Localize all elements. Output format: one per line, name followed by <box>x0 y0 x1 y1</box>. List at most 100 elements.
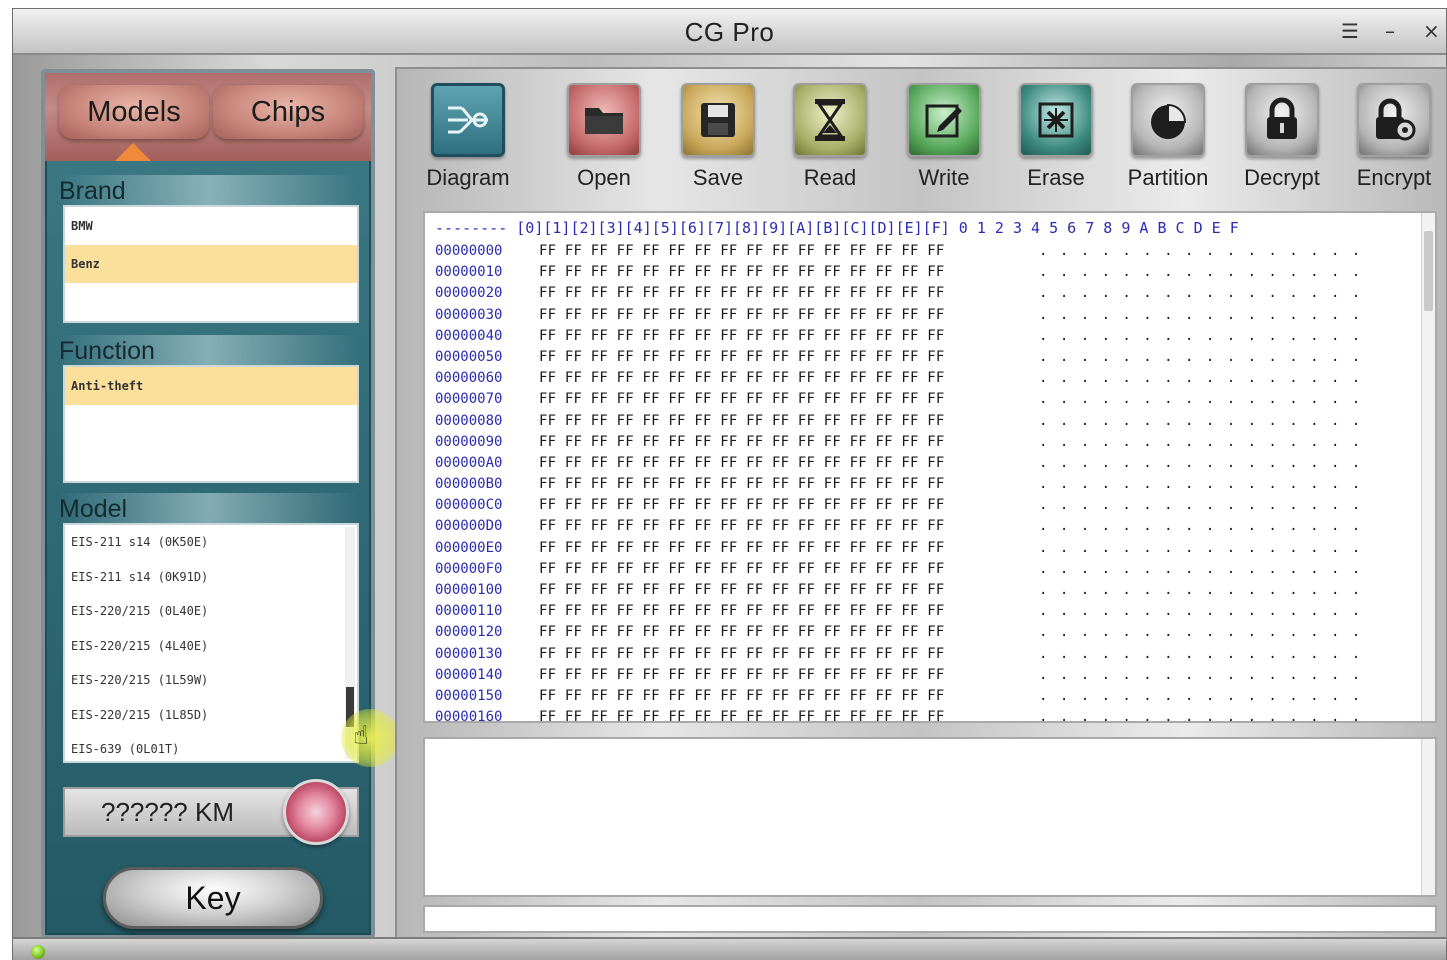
hex-address: 000000C0 <box>435 497 503 514</box>
hex-address: 00000020 <box>435 285 503 302</box>
minimize-button[interactable]: – <box>1385 19 1395 43</box>
list-item[interactable]: EIS-211 s14 (0K91D) <box>65 560 357 595</box>
read-button[interactable]: Read <box>775 83 885 203</box>
hex-row: 00000060 FF FF FF FF FF FF FF FF FF FF FF… <box>435 368 1362 389</box>
decrypt-button[interactable]: Decrypt <box>1227 83 1337 203</box>
open-button[interactable]: Open <box>549 83 659 203</box>
diagram-button[interactable]: Diagram <box>413 83 523 203</box>
write-button[interactable]: Write <box>889 83 999 203</box>
diagram-icon <box>431 83 505 157</box>
pencil-icon <box>907 83 981 157</box>
hex-address: 00000120 <box>435 624 503 641</box>
list-item[interactable]: EIS-211 s14 (0K50E) <box>65 525 357 560</box>
cursor-highlight <box>341 709 399 767</box>
hex-bytes: FF FF FF FF FF FF FF FF FF FF FF FF FF F… <box>539 243 945 259</box>
active-tab-indicator <box>115 143 151 161</box>
function-label: Function <box>59 335 359 367</box>
hex-address: 00000150 <box>435 687 503 704</box>
hex-bytes: FF FF FF FF FF FF FF FF FF FF FF FF FF F… <box>539 348 945 365</box>
hex-row: 00000090 FF FF FF FF FF FF FF FF FF FF FF… <box>435 432 1362 453</box>
decrypt-label: Decrypt <box>1244 165 1320 190</box>
hex-row: 00000130 FF FF FF FF FF FF FF FF FF FF FF… <box>435 644 1362 665</box>
hex-address: 00000080 <box>435 412 503 429</box>
hex-bytes: FF FF FF FF FF FF FF FF FF FF FF FF FF F… <box>539 327 945 344</box>
list-item[interactable]: EIS-220/215 (1L59W) <box>65 663 357 698</box>
tab-models[interactable]: Models <box>59 85 209 139</box>
status-field <box>423 905 1437 933</box>
brand-label: Brand <box>59 175 359 207</box>
hex-address: 00000040 <box>435 327 503 344</box>
diagram-label: Diagram <box>426 165 510 190</box>
close-button[interactable]: × <box>1423 19 1440 43</box>
hex-row: 00000120 FF FF FF FF FF FF FF FF FF FF FF… <box>435 622 1362 643</box>
list-item[interactable]: EIS-220/215 (4L40E) <box>65 629 357 664</box>
hex-viewer[interactable]: -------- [0][1][2][3][4][5][6][7][8][9][… <box>423 211 1437 723</box>
log-scrollbar[interactable] <box>1421 739 1435 895</box>
hex-ascii: . . . . . . . . . . . . . . . . <box>1039 306 1363 323</box>
pie-chart-icon <box>1131 83 1205 157</box>
hex-ascii: . . . . . . . . . . . . . . . . <box>1039 412 1363 429</box>
encrypt-button[interactable]: Encrypt <box>1339 83 1447 203</box>
hex-ascii: . . . . . . . . . . . . . . . . <box>1039 687 1363 704</box>
hex-row: 000000D0 FF FF FF FF FF FF FF FF FF FF FF… <box>435 516 1362 537</box>
hex-row: 000000A0 FF FF FF FF FF FF FF FF FF FF FF… <box>435 453 1362 474</box>
hex-address: 000000A0 <box>435 454 503 471</box>
eraser-icon <box>1019 83 1093 157</box>
list-item[interactable]: EIS-639 (0L01T) <box>65 732 357 761</box>
hex-row: 000000B0 FF FF FF FF FF FF FF FF FF FF FF… <box>435 474 1362 495</box>
brand-item-bmw[interactable]: BMW <box>65 207 357 245</box>
hex-ascii: . . . . . . . . . . . . . . . . <box>1039 433 1363 450</box>
brand-list: BMW Benz <box>63 205 359 323</box>
km-knob-button[interactable] <box>283 779 349 845</box>
hex-ascii: . . . . . . . . . . . . . . . . <box>1039 560 1363 577</box>
hex-ascii: . . . . . . . . . . . . . . . . <box>1039 264 1363 281</box>
hex-ascii: . . . . . . . . . . . . . . . . <box>1039 497 1363 514</box>
hex-address: 00000070 <box>435 391 503 408</box>
hex-address: 00000060 <box>435 370 503 387</box>
hex-scrollbar[interactable] <box>1421 213 1435 721</box>
hex-bytes: FF FF FF FF FF FF FF FF FF FF FF FF FF F… <box>539 687 945 704</box>
save-button[interactable]: Save <box>663 83 773 203</box>
hex-bytes: FF FF FF FF FF FF FF FF FF FF FF FF FF F… <box>539 391 945 408</box>
app-window: CG Pro ☰ – × Models Chips Brand BMW Benz… <box>12 8 1447 960</box>
hex-ascii: . . . . . . . . . . . . . . . . <box>1039 348 1363 365</box>
hex-ascii: . . . . . . . . . . . . . . . . <box>1039 454 1363 471</box>
brand-item-benz[interactable]: Benz <box>65 245 357 283</box>
hex-ascii: . . . . . . . . . . . . . . . . <box>1039 603 1363 620</box>
hex-bytes: FF FF FF FF FF FF FF FF FF FF FF FF FF F… <box>539 645 945 662</box>
model-label: Model <box>59 493 359 525</box>
list-item[interactable]: EIS-220/215 (1L85D) <box>65 698 357 733</box>
hex-bytes: FF FF FF FF FF FF FF FF FF FF FF FF FF F… <box>539 666 945 683</box>
hex-ascii: . . . . . . . . . . . . . . . . <box>1039 666 1363 683</box>
erase-button[interactable]: Erase <box>1001 83 1111 203</box>
partition-button[interactable]: Partition <box>1113 83 1223 203</box>
hex-scroll-thumb[interactable] <box>1424 231 1433 311</box>
key-button[interactable]: Key <box>103 867 323 929</box>
read-label: Read <box>803 165 857 190</box>
window-title: CG Pro <box>684 17 775 47</box>
log-output[interactable] <box>423 737 1437 897</box>
hex-address: 000000F0 <box>435 560 503 577</box>
hex-bytes: FF FF FF FF FF FF FF FF FF FF FF FF FF F… <box>539 476 945 493</box>
function-list: Anti-theft <box>63 365 359 483</box>
hex-ascii: . . . . . . . . . . . . . . . . <box>1039 391 1363 408</box>
hex-row: 00000010 FF FF FF FF FF FF FF FF FF FF FF… <box>435 262 1362 283</box>
hex-bytes: FF FF FF FF FF FF FF FF FF FF FF FF FF F… <box>539 285 945 302</box>
hex-address: 00000090 <box>435 433 503 450</box>
menu-icon[interactable]: ☰ <box>1341 19 1359 43</box>
hex-address: 00000100 <box>435 582 503 598</box>
hex-address: 00000140 <box>435 666 503 683</box>
hex-ascii: . . . . . . . . . . . . . . . . <box>1039 624 1363 641</box>
hex-address: 00000160 <box>435 709 503 723</box>
hex-rows: 00000000 FF FF FF FF FF FF FF FF FF FF FF… <box>435 241 1363 723</box>
hex-address: 000000B0 <box>435 476 503 493</box>
function-item-anti-theft[interactable]: Anti-theft <box>65 367 357 405</box>
hex-ascii: . . . . . . . . . . . . . . . . <box>1039 645 1363 662</box>
hex-address: 000000D0 <box>435 518 503 535</box>
hex-ascii: . . . . . . . . . . . . . . . . <box>1039 582 1363 598</box>
hex-address: 00000130 <box>435 645 503 662</box>
status-bar <box>13 937 1446 960</box>
tab-chips[interactable]: Chips <box>213 85 363 139</box>
list-item[interactable]: EIS-220/215 (0L40E) <box>65 594 357 629</box>
right-panel: Diagram Open Save Read Write Erase Parti… <box>395 67 1447 941</box>
